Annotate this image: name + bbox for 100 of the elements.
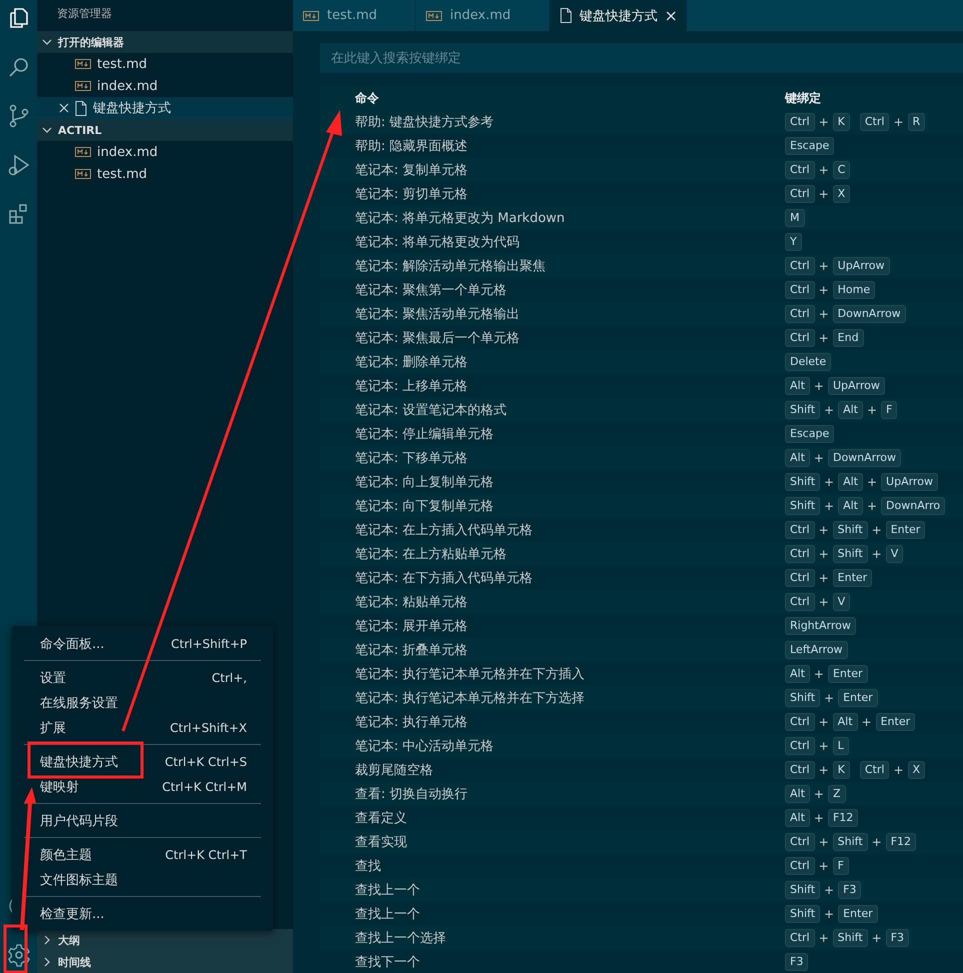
plus-sign: + — [818, 259, 829, 273]
key-cap: Enter — [838, 905, 878, 923]
file-item[interactable]: test.md — [37, 53, 293, 75]
key-cap: Shift — [832, 521, 868, 539]
section-header[interactable]: 时间线 — [37, 951, 293, 973]
key-cap: V — [832, 593, 850, 611]
key-cap: Shift — [785, 689, 820, 707]
key-cap: Shift — [785, 473, 820, 491]
plus-sign: + — [866, 499, 878, 513]
column-header: 键绑定 — [785, 90, 821, 106]
menu-item[interactable]: 文件图标主题 — [12, 867, 273, 892]
key-cap: Ctrl — [860, 113, 890, 131]
plus-sign: + — [872, 547, 882, 561]
menu-item[interactable]: 在线服务设置 — [12, 690, 273, 715]
menu-item[interactable]: 扩展 Ctrl+Shift+X — [12, 715, 273, 740]
editor-tab[interactable]: test.md — [293, 0, 416, 31]
editor-tab[interactable]: 键盘快捷方式 — [550, 0, 687, 31]
search-field[interactable]: 在此键入搜索按键绑定 — [320, 43, 963, 73]
run-debug-icon[interactable] — [6, 153, 30, 177]
menu-item[interactable]: 用户代码片段 — [12, 808, 273, 833]
key-cap: Ctrl — [785, 329, 815, 347]
key-cap: Alt — [838, 473, 863, 491]
key-cap: Ctrl — [785, 161, 815, 179]
key-cap: Ctrl — [785, 113, 815, 131]
command-cell-text: 笔记本: 停止编辑单元格 — [354, 426, 495, 443]
key-cap: Enter — [838, 689, 878, 707]
plus-sign: + — [818, 739, 829, 753]
command-cell-text: 查找上一个 — [354, 882, 421, 899]
plus-sign: + — [824, 499, 834, 513]
section-header[interactable]: 大纲 — [37, 929, 293, 951]
command-cell-text: 笔记本: 复制单元格 — [354, 162, 469, 179]
plus-sign: + — [818, 571, 829, 585]
settings-icon[interactable] — [6, 943, 30, 967]
highlight-box — [4, 924, 28, 973]
command-cell-text: 笔记本: 折叠单元格 — [354, 642, 469, 659]
command-cell-text: 笔记本: 在上方插入代码单元格 — [354, 522, 534, 539]
key-cap: Ctrl — [785, 713, 815, 731]
key-cap: RightArrow — [785, 617, 856, 635]
chevron-down-icon[interactable] — [42, 37, 52, 47]
plus-sign: + — [824, 907, 834, 921]
command-cell-text: 笔记本: 在下方插入代码单元格 — [354, 570, 534, 587]
key-cap: Shift — [832, 833, 868, 851]
key-cap: Ctrl — [785, 257, 815, 275]
command-cell-text: 查看: 切换自动换行 — [354, 786, 469, 803]
key-cap: UpArrow — [832, 257, 890, 275]
file-item[interactable]: index.md — [37, 141, 293, 163]
command-cell-text: 查看定义 — [354, 810, 408, 827]
search-icon[interactable] — [6, 55, 30, 79]
command-cell-text: 查看实现 — [354, 834, 408, 851]
command-cell-text: 帮助: 键盘快捷方式参考 — [354, 114, 495, 131]
plus-sign: + — [818, 307, 829, 321]
plus-sign: + — [866, 403, 878, 417]
key-cap: F — [832, 857, 849, 875]
key-cap: F3 — [785, 953, 808, 971]
file-item[interactable]: index.md — [37, 75, 293, 97]
command-cell-text: 帮助: 隐藏界面概述 — [354, 138, 469, 155]
plus-sign: + — [824, 475, 834, 489]
key-cap: Enter — [832, 569, 872, 587]
menu-item[interactable]: 键映射 Ctrl+K Ctrl+M — [12, 774, 273, 799]
chevron-down-icon[interactable] — [42, 125, 52, 135]
document-icon — [560, 8, 572, 23]
command-cell-text: 笔记本: 向上复制单元格 — [354, 474, 495, 491]
key-cap: R — [908, 113, 926, 131]
key-cap: Ctrl — [785, 185, 815, 203]
file-item[interactable]: test.md — [37, 163, 293, 185]
command-cell-text: 笔记本: 设置笔记本的格式 — [354, 402, 508, 419]
close-icon[interactable] — [59, 103, 69, 113]
command-cell-text: 笔记本: 向下复制单元格 — [354, 498, 495, 515]
markdown-icon — [75, 59, 91, 69]
key-cap: F3 — [838, 881, 862, 899]
key-cap: Ctrl — [785, 545, 815, 563]
chevron-right-icon[interactable] — [42, 957, 52, 967]
menu-item[interactable]: 颜色主题 Ctrl+K Ctrl+T — [12, 842, 273, 867]
file-item[interactable]: 键盘快捷方式 — [37, 97, 293, 119]
key-cap: Alt — [785, 809, 810, 827]
key-cap: Shift — [832, 929, 868, 947]
key-cap: Ctrl — [785, 857, 815, 875]
chevron-right-icon[interactable] — [42, 935, 52, 945]
command-cell-text: 笔记本: 中心活动单元格 — [354, 738, 495, 755]
menu-item[interactable]: 设置 Ctrl+, — [12, 665, 273, 690]
menu-item[interactable]: 命令面板... Ctrl+Shift+P — [12, 631, 273, 656]
close-icon[interactable] — [666, 10, 676, 20]
key-cap: Shift — [785, 905, 820, 923]
key-cap: Enter — [886, 521, 926, 539]
plus-sign: + — [818, 859, 829, 873]
key-cap: C — [832, 161, 850, 179]
command-cell-text: 笔记本: 粘贴单元格 — [354, 594, 469, 611]
key-cap: F12 — [828, 809, 858, 827]
command-cell-text: 笔记本: 解除活动单元格输出聚焦 — [354, 258, 547, 275]
section-header[interactable]: ACTIRL — [37, 119, 293, 141]
menu-item[interactable]: 检查更新... — [12, 901, 273, 926]
key-cap: Ctrl — [785, 281, 815, 299]
key-cap: M — [785, 209, 804, 227]
plus-sign: + — [893, 763, 904, 777]
menu-item[interactable]: 键盘快捷方式 Ctrl+K Ctrl+S — [12, 749, 273, 774]
section-header[interactable]: 打开的编辑器 — [37, 31, 293, 53]
plus-sign: + — [818, 115, 829, 129]
key-cap: End — [832, 329, 864, 347]
plus-sign: + — [818, 163, 829, 177]
command-cell-text: 笔记本: 执行笔记本单元格并在下方选择 — [354, 690, 586, 707]
